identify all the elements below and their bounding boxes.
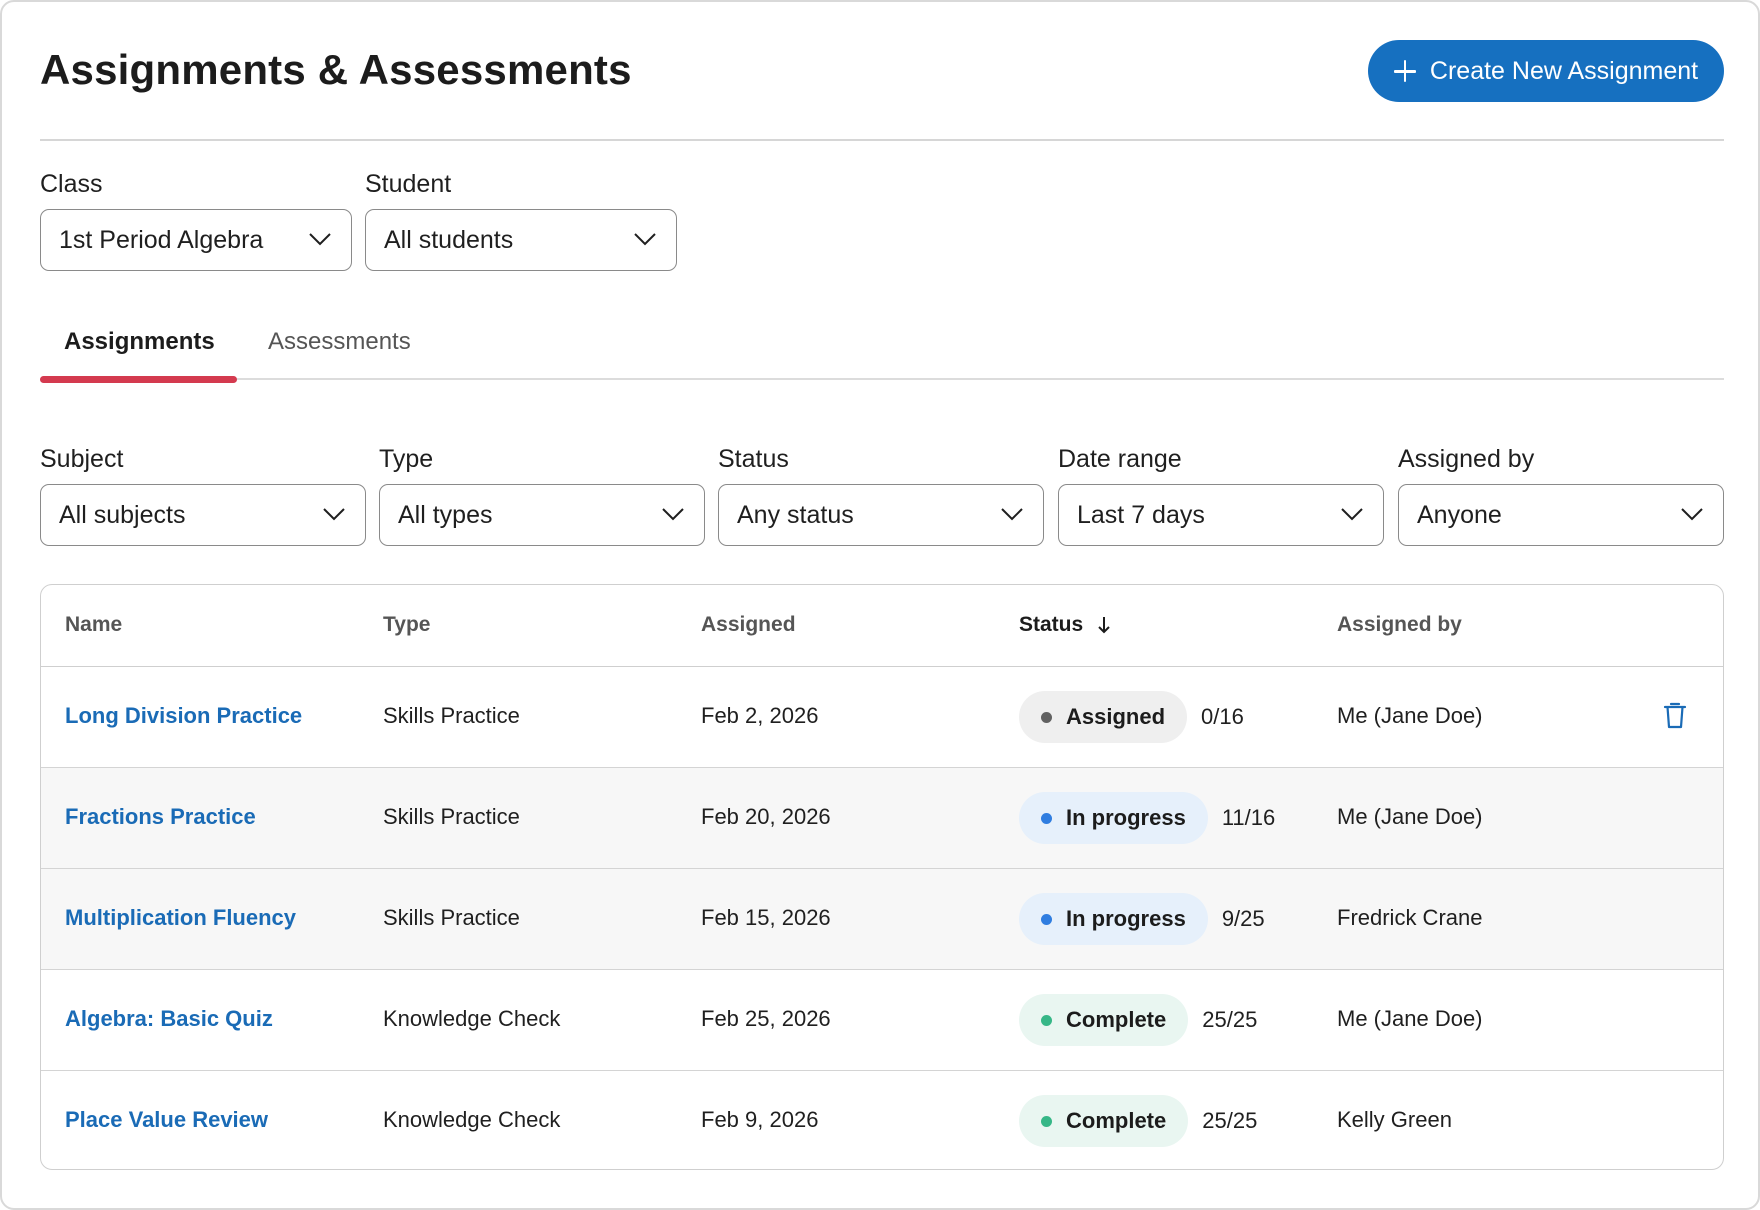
assignment-type: Knowledge Check (383, 1006, 561, 1031)
create-new-assignment-button[interactable]: Create New Assignment (1368, 40, 1724, 102)
assignment-name-link[interactable]: Algebra: Basic Quiz (65, 1006, 273, 1032)
chevron-down-icon (634, 233, 656, 246)
column-header-type[interactable]: Type (383, 613, 430, 637)
table-row: Multiplication Fluency Skills Practice F… (41, 869, 1723, 970)
type-label: Type (379, 445, 434, 473)
status-badge: Complete (1019, 994, 1189, 1046)
subject-select-value: All subjects (59, 500, 186, 529)
status-cell: In progress 9/25 (1019, 893, 1265, 945)
subject-select[interactable]: All subjects (40, 484, 366, 546)
chevron-down-icon (1341, 508, 1363, 521)
assigned-by: Me (Jane Doe) (1337, 804, 1483, 829)
class-select-value: 1st Period Algebra (59, 225, 264, 254)
status-cell: In progress 11/16 (1019, 792, 1275, 844)
progress-count: 9/25 (1221, 906, 1265, 931)
assignment-type: Skills Practice (383, 804, 520, 829)
column-header-name[interactable]: Name (65, 613, 122, 637)
date-range-select-value: Last 7 days (1077, 500, 1205, 529)
assigned-date: Feb 25, 2026 (701, 1006, 831, 1031)
status-filter-label: Status (718, 445, 789, 473)
status-badge: Assigned (1019, 691, 1188, 743)
table-row: Algebra: Basic Quiz Knowledge Check Feb … (41, 970, 1723, 1071)
assignments-panel: Assignments & Assessments Create New Ass… (0, 0, 1760, 1210)
active-tab-indicator (40, 376, 237, 383)
status-badge: Complete (1019, 1095, 1189, 1147)
status-dot (1041, 812, 1052, 824)
tab-assessments[interactable]: Assessments (268, 328, 411, 356)
chevron-down-icon (1681, 508, 1703, 521)
class-select[interactable]: 1st Period Algebra (40, 209, 352, 271)
chevron-down-icon (662, 508, 684, 521)
header-divider (40, 139, 1724, 141)
assigned-date: Feb 2, 2026 (701, 703, 819, 728)
assigned-by-filter-label: Assigned by (1398, 445, 1535, 473)
status-dot (1041, 1014, 1052, 1026)
type-select[interactable]: All types (379, 484, 705, 546)
chevron-down-icon (323, 508, 345, 521)
date-range-select[interactable]: Last 7 days (1058, 484, 1384, 546)
assigned-by-select-value: Anyone (1417, 500, 1502, 529)
status-select[interactable]: Any status (718, 484, 1044, 546)
page-title: Assignments & Assessments (40, 46, 632, 93)
status-badge-label: In progress (1066, 805, 1186, 830)
type-select-value: All types (398, 500, 493, 529)
assignment-name-link[interactable]: Place Value Review (65, 1107, 268, 1133)
progress-count: 25/25 (1202, 1108, 1258, 1133)
assigned-by: Me (Jane Doe) (1337, 1006, 1483, 1031)
status-cell: Complete 25/25 (1019, 994, 1257, 1046)
column-header-status[interactable]: Status (1019, 613, 1111, 637)
status-badge-label: In progress (1066, 906, 1186, 931)
tab-assignments[interactable]: Assignments (64, 328, 215, 356)
status-select-value: Any status (737, 500, 854, 529)
create-new-assignment-label: Create New Assignment (1429, 56, 1699, 85)
trash-icon[interactable] (1663, 701, 1687, 729)
chevron-down-icon (1001, 508, 1023, 521)
student-select[interactable]: All students (365, 209, 677, 271)
assignment-name-link[interactable]: Long Division Practice (65, 703, 302, 729)
assignments-table: Name Type Assigned Status Assigned by Lo… (40, 584, 1724, 1170)
assignment-type: Skills Practice (383, 703, 520, 728)
status-dot (1041, 913, 1052, 925)
status-cell: Complete 25/25 (1019, 1095, 1257, 1147)
assigned-by: Fredrick Crane (1337, 905, 1483, 930)
status-badge-label: Complete (1066, 1108, 1167, 1133)
status-cell: Assigned 0/16 (1019, 691, 1244, 743)
assignment-name-link[interactable]: Multiplication Fluency (65, 905, 296, 931)
assignment-name-link[interactable]: Fractions Practice (65, 804, 256, 830)
assigned-date: Feb 20, 2026 (701, 804, 831, 829)
assigned-by: Me (Jane Doe) (1337, 703, 1483, 728)
table-header: Name Type Assigned Status Assigned by (41, 585, 1723, 667)
column-header-status-label: Status (1019, 613, 1084, 636)
student-select-value: All students (384, 225, 514, 254)
progress-count: 25/25 (1202, 1007, 1258, 1032)
plus-icon (1393, 60, 1416, 82)
student-label: Student (365, 170, 452, 198)
table-row: Long Division Practice Skills Practice F… (41, 667, 1723, 768)
arrow-down-icon (1098, 617, 1110, 634)
assignment-type: Knowledge Check (383, 1107, 561, 1132)
column-header-assigned[interactable]: Assigned (701, 613, 796, 637)
assigned-by-select[interactable]: Anyone (1398, 484, 1724, 546)
date-range-label: Date range (1058, 445, 1182, 473)
chevron-down-icon (309, 233, 331, 246)
assignment-type: Skills Practice (383, 905, 520, 930)
status-badge-label: Assigned (1066, 704, 1166, 729)
tabs-divider (40, 378, 1724, 380)
status-badge: In progress (1019, 792, 1208, 844)
status-dot (1041, 711, 1052, 723)
table-row: Fractions Practice Skills Practice Feb 2… (41, 768, 1723, 869)
status-badge: In progress (1019, 893, 1208, 945)
assigned-date: Feb 9, 2026 (701, 1107, 819, 1132)
subject-label: Subject (40, 445, 124, 473)
progress-count: 11/16 (1221, 805, 1276, 830)
progress-count: 0/16 (1201, 704, 1244, 729)
column-header-assigned-by[interactable]: Assigned by (1337, 613, 1462, 637)
assigned-date: Feb 15, 2026 (701, 905, 831, 930)
table-row: Place Value Review Knowledge Check Feb 9… (41, 1071, 1723, 1169)
assigned-by: Kelly Green (1337, 1107, 1452, 1132)
status-badge-label: Complete (1066, 1007, 1167, 1032)
status-dot (1041, 1115, 1052, 1127)
class-label: Class (40, 170, 103, 198)
